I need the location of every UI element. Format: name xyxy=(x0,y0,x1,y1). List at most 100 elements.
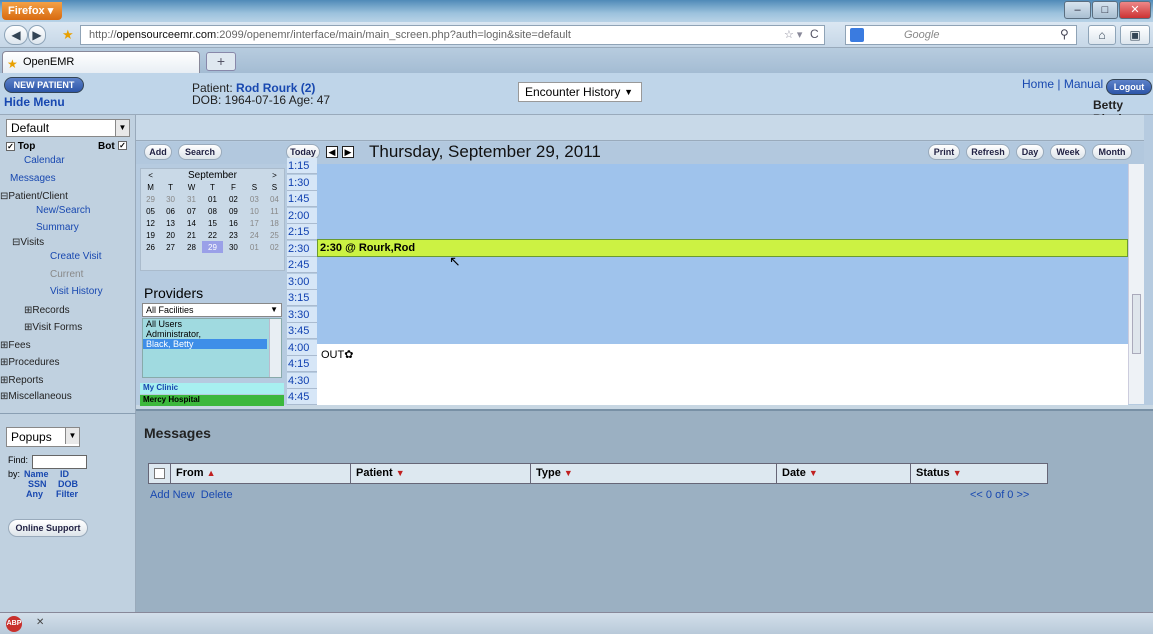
find-by-name[interactable]: Name xyxy=(24,469,49,479)
top-checkbox[interactable]: ✓ xyxy=(6,142,15,151)
menu-view-select[interactable]: Default ▼ xyxy=(6,119,130,137)
menu-summary[interactable]: Summary xyxy=(36,222,79,233)
provider-list[interactable]: All Users Administrator, Black, Betty xyxy=(142,318,282,378)
menu-calendar[interactable]: Calendar xyxy=(24,155,65,166)
mini-day[interactable]: 03 xyxy=(244,193,265,205)
mini-day[interactable]: 09 xyxy=(223,205,244,217)
menu-new-search[interactable]: New/Search xyxy=(36,205,90,216)
time-slot[interactable]: 4:45 xyxy=(287,389,317,405)
logout-button[interactable]: Logout xyxy=(1106,79,1152,95)
column-date[interactable]: Date ▼ xyxy=(777,464,911,483)
appointment-area[interactable]: 2:30 @ Rourk,Rod ↖ xyxy=(317,164,1128,344)
mini-day[interactable]: 31 xyxy=(181,193,202,205)
mini-day[interactable]: 30 xyxy=(160,193,181,205)
mini-day[interactable]: 21 xyxy=(181,229,202,241)
mini-day[interactable]: 20 xyxy=(160,229,181,241)
mini-day[interactable]: 24 xyxy=(244,229,265,241)
delete-link[interactable]: Delete xyxy=(201,489,233,501)
mini-day[interactable]: 14 xyxy=(181,217,202,229)
appointment-rourk-rod[interactable]: 2:30 @ Rourk,Rod xyxy=(317,239,1128,257)
time-slot[interactable]: 3:45 xyxy=(287,323,317,339)
menu-create-visit[interactable]: Create Visit xyxy=(50,251,102,262)
encounter-history-select[interactable]: Encounter History ▼ xyxy=(518,82,642,102)
reload-icon[interactable]: C xyxy=(810,27,819,41)
time-slot[interactable]: 2:15 xyxy=(287,224,317,240)
mini-day[interactable]: 17 xyxy=(244,217,265,229)
menu-records[interactable]: ⊞Records xyxy=(24,305,70,316)
provider-option[interactable]: Administrator, xyxy=(143,329,281,339)
mini-day[interactable]: 02 xyxy=(265,241,284,253)
facility-select[interactable]: All Facilities ▼ xyxy=(142,303,282,317)
tab-openemr[interactable]: ★ OpenEMR xyxy=(2,51,200,73)
week-view-button[interactable]: Week xyxy=(1050,144,1086,160)
mini-day[interactable]: 27 xyxy=(160,241,181,253)
mini-day[interactable]: 06 xyxy=(160,205,181,217)
url-bar[interactable]: http://opensourceemr.com:2099/openemr/in… xyxy=(80,25,825,45)
provider-option-selected[interactable]: Black, Betty xyxy=(143,339,267,349)
home-icon[interactable]: ⌂ xyxy=(1088,25,1116,45)
scrollbar-thumb[interactable] xyxy=(1132,294,1141,354)
time-slot[interactable]: 2:00 xyxy=(287,207,317,224)
mini-day[interactable]: 26 xyxy=(141,241,160,253)
menu-visit-forms[interactable]: ⊞Visit Forms xyxy=(24,322,82,333)
column-status[interactable]: Status ▼ xyxy=(911,464,1047,483)
mini-day[interactable]: 02 xyxy=(223,193,244,205)
menu-messages[interactable]: Messages xyxy=(10,173,56,184)
mini-day[interactable]: 23 xyxy=(223,229,244,241)
mini-day[interactable]: 08 xyxy=(202,205,223,217)
forward-button[interactable]: ▶ xyxy=(28,25,46,45)
mini-day[interactable]: 28 xyxy=(181,241,202,253)
column-from[interactable]: From ▲ xyxy=(171,464,351,483)
new-tab-button[interactable]: + xyxy=(206,52,236,71)
print-button[interactable]: Print xyxy=(928,144,960,160)
search-icon[interactable]: ⚲ xyxy=(1060,27,1069,41)
prev-day-arrow-icon[interactable]: ◀ xyxy=(326,146,338,158)
time-slot[interactable]: 3:00 xyxy=(287,273,317,290)
time-slot[interactable]: 4:30 xyxy=(287,372,317,389)
maximize-button[interactable]: □ xyxy=(1092,1,1118,19)
mini-day[interactable]: 11 xyxy=(265,205,284,217)
time-slot[interactable]: 3:30 xyxy=(287,306,317,323)
mini-day[interactable]: 10 xyxy=(244,205,265,217)
new-patient-button[interactable]: NEW PATIENT xyxy=(4,77,84,93)
menu-patient-client[interactable]: ⊟Patient/Client xyxy=(0,191,68,202)
bot-checkbox[interactable]: ✓ xyxy=(118,141,127,150)
menu-procedures[interactable]: ⊞Procedures xyxy=(0,357,60,368)
find-by-ssn[interactable]: SSN xyxy=(28,479,47,489)
time-slot[interactable]: 4:15 xyxy=(287,356,317,372)
mini-day[interactable]: 22 xyxy=(202,229,223,241)
mini-day[interactable]: 19 xyxy=(141,229,160,241)
mini-day[interactable]: 16 xyxy=(223,217,244,229)
back-button[interactable]: ◀ xyxy=(4,25,28,45)
add-new-link[interactable]: Add New xyxy=(150,489,195,501)
adblock-icon[interactable]: ABP xyxy=(6,616,22,632)
mini-next-month[interactable]: > xyxy=(265,169,284,181)
menu-miscellaneous[interactable]: ⊞Miscellaneous xyxy=(0,391,72,402)
manual-link[interactable]: Manual xyxy=(1064,77,1103,91)
mini-day[interactable]: 04 xyxy=(265,193,284,205)
time-slot[interactable]: 1:30 xyxy=(287,174,317,191)
messages-pager[interactable]: << 0 of 0 >> xyxy=(970,489,1029,501)
close-addon-bar-icon[interactable]: ✕ xyxy=(36,617,44,628)
menu-visit-history[interactable]: Visit History xyxy=(50,286,103,297)
popups-select[interactable]: Popups ▼ xyxy=(6,427,80,447)
mini-day[interactable]: 13 xyxy=(160,217,181,229)
online-support-button[interactable]: Online Support xyxy=(8,519,88,537)
month-view-button[interactable]: Month xyxy=(1092,144,1132,160)
minimize-button[interactable]: – xyxy=(1064,1,1091,19)
refresh-button[interactable]: Refresh xyxy=(966,144,1010,160)
provider-option[interactable]: All Users xyxy=(143,319,281,329)
calendar-scrollbar[interactable] xyxy=(1128,164,1144,404)
add-button[interactable]: Add xyxy=(144,144,172,160)
mini-day[interactable]: 15 xyxy=(202,217,223,229)
mini-day[interactable]: 29 xyxy=(141,193,160,205)
time-slot[interactable]: 2:45 xyxy=(287,257,317,273)
menu-fees[interactable]: ⊞Fees xyxy=(0,340,31,351)
time-slot[interactable]: 1:45 xyxy=(287,191,317,207)
mini-day[interactable]: 12 xyxy=(141,217,160,229)
mini-day[interactable]: 05 xyxy=(141,205,160,217)
time-slot[interactable]: 4:00 xyxy=(287,339,317,356)
find-filter[interactable]: Filter xyxy=(56,489,78,499)
provider-list-scrollbar[interactable] xyxy=(269,319,281,377)
star-dropdown-icon[interactable]: ☆ ▾ xyxy=(784,28,802,41)
